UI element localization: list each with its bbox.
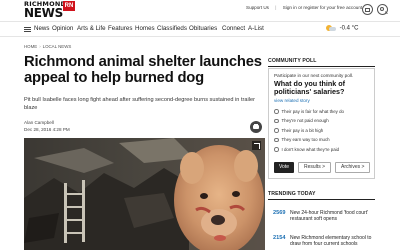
archives-button[interactable]: Archives > <box>335 162 371 173</box>
nav-item-classifieds[interactable]: Classifieds <box>157 25 187 32</box>
top-link-separator: | <box>275 5 277 10</box>
nav-item-connect[interactable]: Connect <box>222 25 245 32</box>
nav-item-news[interactable]: News <box>34 25 49 32</box>
nav-item-opinion[interactable]: Opinion <box>52 25 73 32</box>
expand-photo-icon[interactable] <box>252 141 261 150</box>
breadcrumb-local-news[interactable]: LOCAL NEWS <box>43 44 72 49</box>
poll-option-label: They earn way too much <box>281 137 330 143</box>
menu-icon[interactable] <box>24 27 31 32</box>
trending-title[interactable]: New 24-hour Richmond 'food court' restau… <box>290 210 378 223</box>
poll-option-label: I don't know what they're paid <box>281 146 340 152</box>
article-subhead: Pit bull Isabelle faces long fight ahead… <box>24 97 255 111</box>
poll-actions: Vote Results > Archives > <box>274 162 374 173</box>
breadcrumb: HOME › LOCAL NEWS <box>24 44 72 49</box>
search-icon[interactable] <box>377 4 388 15</box>
logo-bottom-text: NEWS <box>24 5 63 20</box>
signin-link[interactable]: Sign in or register for your free accoun… <box>283 5 362 10</box>
poll-option[interactable]: Their pay is fair for what they do <box>274 107 369 117</box>
poll-option[interactable]: They're not paid enough <box>274 116 369 126</box>
article-photo[interactable] <box>24 138 265 250</box>
poll-option-label: Their pay is a bit high <box>281 127 324 133</box>
main-navigation: News Opinion Arts & Life Features Homes … <box>0 21 400 37</box>
nav-item-arts-life[interactable]: Arts & Life <box>77 25 106 32</box>
partly-cloudy-icon <box>326 25 336 31</box>
weather-widget[interactable]: -0.4 °C <box>326 25 358 32</box>
radio-button[interactable] <box>274 147 279 152</box>
poll-option[interactable]: I don't know what they're paid <box>274 145 369 155</box>
poll-option[interactable]: They earn way too much <box>274 135 369 145</box>
article-headline: Richmond animal shelter launches appeal … <box>24 54 262 86</box>
poll-option-label: Their pay is fair for what they do <box>281 108 344 114</box>
trending-view-count: 2569 <box>273 210 286 216</box>
masthead: RICHMOND NEWS RN Support Us | Sign in or… <box>0 0 400 21</box>
publish-date: Dec 28, 2016 4:28 PM <box>24 126 70 132</box>
poll-option[interactable]: Their pay is a bit high <box>274 126 369 136</box>
radio-button[interactable] <box>274 109 279 114</box>
burned-dog-photo <box>24 138 265 250</box>
nav-item-a-list[interactable]: A-List <box>248 25 264 32</box>
trending-title[interactable]: New Richmond elementary school to draw f… <box>290 235 378 248</box>
site-logo[interactable]: RICHMOND NEWS RN <box>24 1 75 20</box>
radio-button[interactable] <box>274 128 279 133</box>
radio-button[interactable] <box>274 137 279 143</box>
nav-item-homes[interactable]: Homes <box>135 25 155 32</box>
trending-item[interactable]: 2154 New Richmond elementary school to d… <box>268 235 378 250</box>
print-icon[interactable] <box>250 121 262 133</box>
trending-header: TRENDING TODAY <box>268 191 375 200</box>
radio-button[interactable] <box>274 118 279 124</box>
article-byline: Alan Campbell Dec 28, 2016 4:28 PM <box>24 120 70 133</box>
support-us-link[interactable]: Support Us <box>246 5 269 10</box>
breadcrumb-home[interactable]: HOME <box>24 44 37 49</box>
vote-button[interactable]: Vote <box>274 162 295 173</box>
logo-mark: RN <box>63 1 75 11</box>
poll-section-title: COMMUNITY POLL <box>268 58 375 67</box>
poll-options: Their pay is fair for what they do They'… <box>274 107 369 155</box>
trending-view-count: 2154 <box>273 235 286 241</box>
nav-item-features[interactable]: Features <box>108 25 132 32</box>
poll-question: What do you think of politicians' salari… <box>274 79 346 97</box>
poll-option-label: They're not paid enough <box>281 118 329 124</box>
results-button[interactable]: Results > <box>298 162 331 173</box>
top-links: Support Us | Sign in or register for you… <box>246 5 367 10</box>
mail-icon[interactable] <box>362 4 373 15</box>
poll-related-story-link[interactable]: view related story <box>274 98 369 103</box>
community-poll-header: COMMUNITY POLL <box>268 58 375 67</box>
weather-temperature: -0.4 °C <box>339 25 359 32</box>
trending-item[interactable]: 2569 New 24-hour Richmond 'food court' r… <box>268 210 378 232</box>
community-poll: Participate in our next community poll. … <box>268 68 375 179</box>
nav-item-obituaries[interactable]: Obituaries <box>189 25 217 32</box>
trending-section-title: TRENDING TODAY <box>268 191 375 200</box>
